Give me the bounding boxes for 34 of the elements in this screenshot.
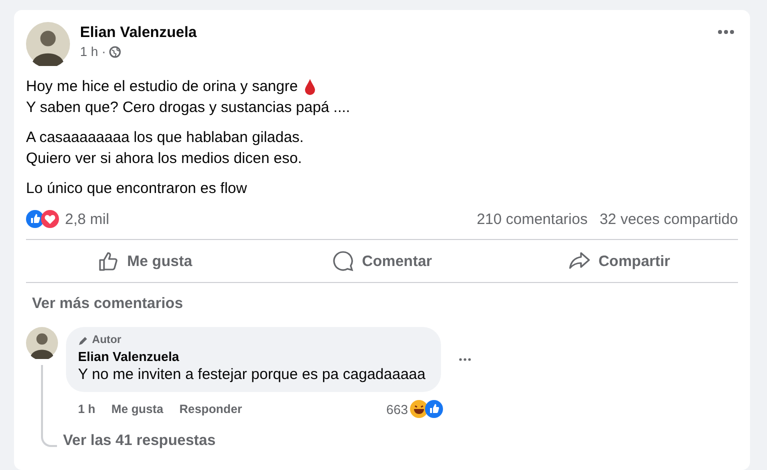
post-text: Lo único que encontraron es flow xyxy=(26,179,247,199)
thumbs-up-icon xyxy=(97,250,120,272)
more-options-icon[interactable] xyxy=(718,30,734,34)
comment-time[interactable]: 1 h xyxy=(78,402,96,416)
pen-icon xyxy=(78,334,89,346)
speech-bubble-icon xyxy=(332,250,354,272)
author-name[interactable]: Elian Valenzuela xyxy=(80,24,704,41)
post-text: Quiero ver si ahora los medios dicen eso. xyxy=(26,149,302,169)
like-reaction-icon xyxy=(425,400,443,418)
author-label: Autor xyxy=(92,334,122,346)
like-button[interactable]: Me gusta xyxy=(26,240,264,282)
comment-reactions-count[interactable]: 663 xyxy=(386,402,408,416)
globe-icon xyxy=(109,46,122,58)
share-button[interactable]: Compartir xyxy=(500,240,738,282)
reactions-count[interactable]: 2,8 mil xyxy=(65,210,110,228)
comments-count[interactable]: 210 comentarios xyxy=(476,210,588,228)
view-replies-link[interactable]: Ver las 41 respuestas xyxy=(63,432,216,449)
comment-button[interactable]: Comentar xyxy=(263,240,501,282)
post-text: Y saben que? Cero drogas y sustancias papá .... xyxy=(26,98,350,118)
share-arrow-icon xyxy=(568,250,590,272)
avatar-icon xyxy=(26,22,70,66)
comment-like-link[interactable]: Me gusta xyxy=(111,402,164,416)
post-text: A casaaaaaaaa los que hablaban giladas. xyxy=(26,128,304,148)
comment-options-icon[interactable] xyxy=(459,358,472,361)
blood-drop-icon xyxy=(304,78,316,94)
avatar-icon xyxy=(26,327,58,359)
comment-reply-link[interactable]: Responder xyxy=(179,402,242,416)
post-text: Hoy me hice el estudio de orina y sangre xyxy=(26,77,298,97)
more-comments-link[interactable]: Ver más comentarios xyxy=(32,295,183,312)
comment-author[interactable]: Elian Valenzuela xyxy=(78,349,426,364)
comment-text: Y no me inviten a festejar porque es pa cagadaaaaa xyxy=(78,366,426,383)
shares-count[interactable]: 32 veces compartido xyxy=(600,210,738,228)
heart-reaction-icon xyxy=(41,210,59,228)
post-time[interactable]: 1 h · xyxy=(80,44,106,59)
